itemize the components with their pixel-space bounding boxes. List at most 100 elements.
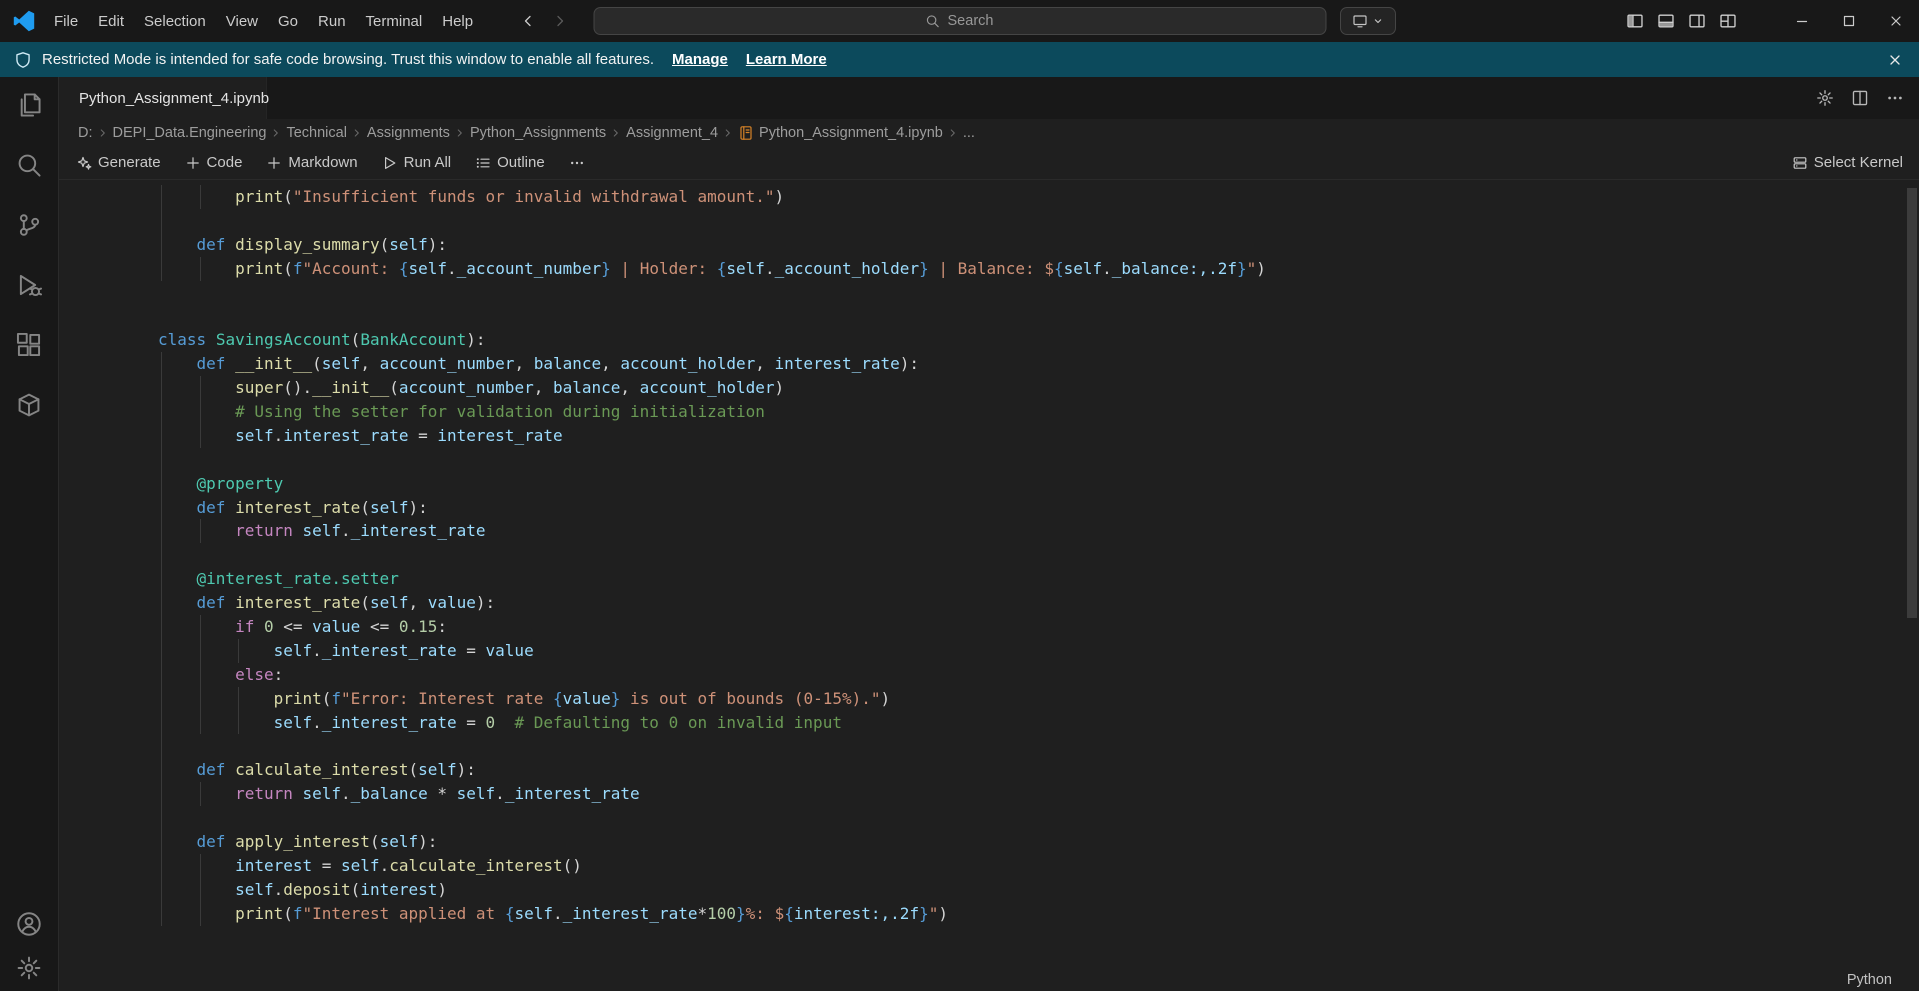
- code-token: ": [928, 903, 939, 923]
- indent-guide: [161, 710, 162, 735]
- code-line[interactable]: [158, 543, 1919, 568]
- more-actions-button[interactable]: [569, 155, 585, 171]
- menu-go[interactable]: Go: [268, 0, 308, 42]
- scrollbar[interactable]: [1905, 180, 1919, 991]
- minimize-button[interactable]: [1778, 0, 1825, 42]
- activity-files-icon[interactable]: [16, 92, 42, 118]
- menu-help[interactable]: Help: [432, 0, 483, 42]
- code-line[interactable]: print("Insufficient funds or invalid wit…: [158, 185, 1919, 209]
- breadcrumb-item[interactable]: DEPI_Data.Engineering: [113, 125, 267, 141]
- menu-selection[interactable]: Selection: [134, 0, 216, 42]
- activity-extensions-icon[interactable]: [16, 332, 42, 358]
- tab-python-assignment-4[interactable]: Python_Assignment_4.ipynb: [59, 77, 269, 119]
- code-line[interactable]: if 0 <= value <= 0.15:: [158, 615, 1919, 639]
- ellipsis-button[interactable]: [1886, 89, 1904, 107]
- code-line[interactable]: # Using the setter for validation during…: [158, 400, 1919, 424]
- notebook-cell-editor[interactable]: خمسات print("Insufficient funds or inval…: [59, 180, 1919, 991]
- code-line[interactable]: @interest_rate.setter: [158, 567, 1919, 592]
- code-line[interactable]: def interest_rate(self):: [158, 495, 1919, 520]
- code-line[interactable]: [158, 734, 1919, 759]
- activity-source-control-icon[interactable]: [16, 212, 42, 238]
- code-line[interactable]: def __init__(self, account_number, balan…: [158, 352, 1919, 377]
- code-line[interactable]: super().__init__(account_number, balance…: [158, 376, 1919, 401]
- breadcrumb-item[interactable]: ...: [963, 125, 975, 141]
- code-line[interactable]: def interest_rate(self, value):: [158, 591, 1919, 616]
- manage-link[interactable]: Manage: [672, 51, 728, 68]
- menu-terminal[interactable]: Terminal: [356, 0, 433, 42]
- breadcrumb-item[interactable]: D:: [78, 125, 93, 141]
- code-line[interactable]: class SavingsAccount(BankAccount):: [158, 328, 1919, 352]
- menu-file[interactable]: File: [44, 0, 88, 42]
- outline-button[interactable]: Outline: [475, 154, 545, 171]
- split-editor-button[interactable]: [1851, 89, 1869, 107]
- code-token: ): [774, 187, 785, 206]
- command-center-search[interactable]: Search: [593, 7, 1326, 35]
- menu-run[interactable]: Run: [308, 0, 356, 42]
- kernel-icon: [1792, 155, 1808, 171]
- code-line[interactable]: [158, 447, 1919, 472]
- breadcrumb-item[interactable]: Technical: [286, 125, 346, 141]
- code-line[interactable]: [158, 806, 1919, 831]
- back-icon[interactable]: [520, 13, 536, 29]
- breadcrumb-label: Assignments: [366, 124, 450, 141]
- activity-settings-gear-icon[interactable]: [16, 955, 42, 981]
- notebook-icon: [738, 125, 754, 141]
- code-token: _account_holder: [774, 258, 920, 278]
- indent-guide: [238, 710, 240, 735]
- toggle-sidebar-button[interactable]: [1626, 12, 1644, 30]
- cell-language-picker[interactable]: Python: [1847, 972, 1892, 988]
- code-line[interactable]: self.deposit(interest): [158, 877, 1919, 902]
- toggle-secondary-sidebar-button[interactable]: [1688, 12, 1706, 30]
- breadcrumb-item[interactable]: Python_Assignments: [470, 125, 606, 141]
- activity-package-icon[interactable]: [16, 392, 42, 418]
- activity-account-icon[interactable]: [16, 911, 42, 937]
- learn-more-link[interactable]: Learn More: [746, 51, 827, 68]
- code-line[interactable]: [158, 208, 1919, 233]
- code-token: self: [273, 712, 313, 732]
- code-line[interactable]: print(f"Interest applied at {self._inter…: [158, 901, 1919, 926]
- breadcrumb-item[interactable]: Assignments: [367, 125, 450, 141]
- close-icon[interactable]: [1887, 52, 1903, 68]
- menu-view[interactable]: View: [216, 0, 268, 42]
- code-token: {: [1053, 258, 1064, 278]
- indent-guide: [161, 256, 162, 281]
- menu-edit[interactable]: Edit: [88, 0, 134, 42]
- code-token: ,: [360, 354, 380, 374]
- editor-group: Python_Assignment_4.ipynb D: DEPI_Data.En…: [59, 77, 1919, 991]
- markdown-button[interactable]: Markdown: [266, 154, 358, 171]
- code-line[interactable]: self._interest_rate = value: [158, 638, 1919, 663]
- customize-layout-button[interactable]: [1719, 12, 1737, 30]
- code-line[interactable]: self._interest_rate = 0 # Defaulting to …: [158, 710, 1919, 735]
- activity-search-icon[interactable]: [16, 152, 42, 178]
- code-line[interactable]: print(f"Error: Interest rate {value} is …: [158, 686, 1919, 711]
- code-line[interactable]: [158, 281, 1919, 305]
- code-line[interactable]: def calculate_interest(self):: [158, 758, 1919, 783]
- breadcrumb-item[interactable]: Python_Assignment_4.ipynb: [738, 125, 943, 141]
- code-line[interactable]: def apply_interest(self):: [158, 830, 1919, 854]
- run-all-button[interactable]: Run All: [382, 154, 451, 171]
- close-button[interactable]: [1872, 0, 1919, 42]
- code-line[interactable]: [158, 304, 1919, 328]
- code-line[interactable]: return self._balance * self._interest_ra…: [158, 782, 1919, 807]
- select-kernel-button[interactable]: Select Kernel: [1792, 154, 1903, 171]
- code-button[interactable]: Code: [185, 154, 242, 171]
- code-line[interactable]: print(f"Account: {self._account_number} …: [158, 256, 1919, 281]
- settings-gear-button[interactable]: [1816, 89, 1834, 107]
- code-line[interactable]: @property: [158, 471, 1919, 496]
- code-editor[interactable]: print("Insufficient funds or invalid wit…: [59, 180, 1919, 926]
- scrollbar-thumb[interactable]: [1907, 188, 1917, 618]
- code-line[interactable]: def display_summary(self):: [158, 232, 1919, 257]
- code-line[interactable]: return self._interest_rate: [158, 519, 1919, 544]
- code-line[interactable]: self.interest_rate = interest_rate: [158, 423, 1919, 448]
- activity-debug-icon[interactable]: [16, 272, 42, 298]
- maximize-button[interactable]: [1825, 0, 1872, 42]
- toggle-panel-button[interactable]: [1657, 12, 1675, 30]
- breadcrumb-item[interactable]: Assignment_4: [626, 125, 718, 141]
- generate-button[interactable]: Generate: [76, 154, 161, 171]
- window-action-button[interactable]: [1340, 7, 1396, 35]
- code-line[interactable]: else:: [158, 662, 1919, 687]
- code-line[interactable]: interest = self.calculate_interest(): [158, 853, 1919, 878]
- forward-icon[interactable]: [552, 13, 568, 29]
